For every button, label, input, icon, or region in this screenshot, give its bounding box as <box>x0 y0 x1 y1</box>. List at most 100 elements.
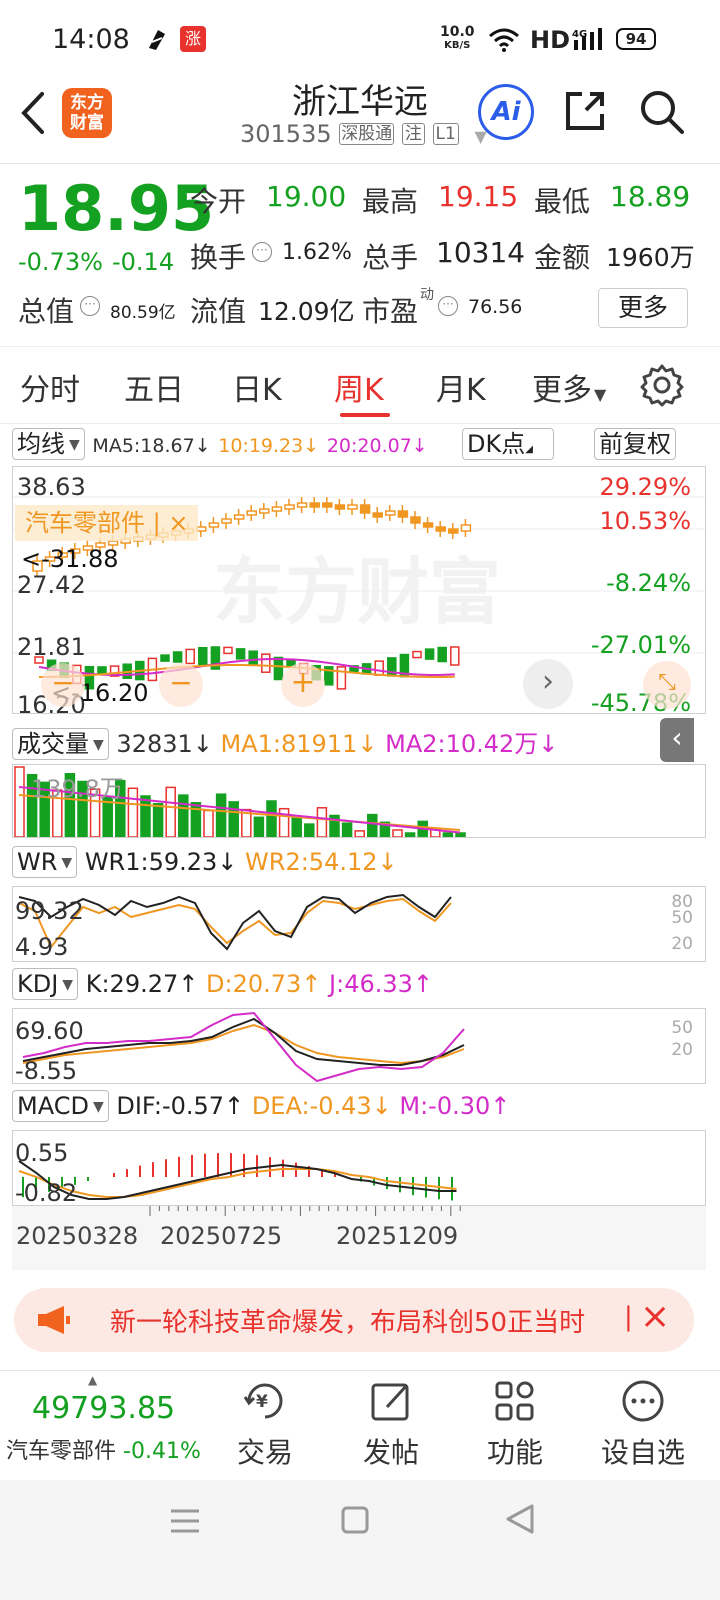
sector-index[interactable]: ▲ 49793.85 汽车零部件 -0.41% <box>0 1371 210 1475</box>
svg-text:¥: ¥ <box>256 1392 268 1412</box>
macd-selector[interactable]: MACD ▼ <box>12 1090 109 1122</box>
bottom-toolbar: ▲ 49793.85 汽车零部件 -0.41% ¥ 交易 发帖 功能 设自选 <box>0 1370 720 1474</box>
back-button[interactable] <box>16 90 50 140</box>
home-icon[interactable] <box>340 1504 370 1540</box>
kline-svg: 东方财富 38.63 27.42 21.81 16.20 29.29% 10.5… <box>13 473 705 713</box>
macd-chart[interactable]: 0.55 -0.82 <box>12 1130 706 1206</box>
share-icon[interactable] <box>562 88 608 138</box>
stock-code: 301535 <box>240 120 332 148</box>
wr-svg: 99.32 4.93 80 50 20 <box>15 892 693 961</box>
wr-axis-top: 99.32 <box>15 897 84 925</box>
volume-bar <box>152 802 164 837</box>
volume-selector[interactable]: 成交量 ▼ <box>12 728 109 760</box>
macd-dea-value: DEA:-0.43↓ <box>251 1092 392 1120</box>
volume-bar <box>442 832 454 837</box>
candle <box>284 504 295 510</box>
tab-more[interactable]: 更多 ▼ <box>532 365 606 409</box>
volume-bar <box>392 829 403 837</box>
candle <box>172 651 183 663</box>
candle <box>374 660 384 676</box>
hd-badge: HD <box>530 26 571 54</box>
tab-weekly-k[interactable]: 周K <box>334 365 384 409</box>
app-screen: { "status": {"time":"14:08","net_speed_t… <box>0 0 720 1600</box>
volume-indicator-row: 成交量 ▼ 32831↓ MA1:81911↓ MA2:10.42万↓ <box>12 724 706 760</box>
candle <box>309 502 320 508</box>
amount-value: 1960万 <box>606 243 695 272</box>
kdj-chart[interactable]: 69.60 -8.55 50 20 <box>12 1008 706 1084</box>
sector-tag[interactable]: 汽车零部件 | × <box>15 505 199 541</box>
more-button[interactable]: 更多 <box>598 288 688 328</box>
functions-button[interactable]: 功能 <box>460 1377 570 1471</box>
candle <box>385 510 396 516</box>
kdj-axis-top: 69.60 <box>15 1017 84 1045</box>
volume-chart[interactable]: 139.8万 <box>12 764 706 838</box>
collapse-panel-icon[interactable]: ‹ <box>660 718 694 762</box>
volume-bar <box>304 823 315 837</box>
date-axis: 20250328 20250725 20251209 <box>12 1206 706 1270</box>
add-watchlist-button[interactable]: 设自选 <box>588 1377 698 1471</box>
low-marker-label: <-31.88 <box>21 545 118 573</box>
date-label: 20250328 <box>16 1222 139 1250</box>
macd-indicator-row: MACD ▼ DIF:-0.57↑ DEA:-0.43↓ M:-0.30↑ <box>12 1090 706 1124</box>
macd-m-value: M:-0.30↑ <box>399 1092 511 1120</box>
date-label: 20250725 <box>160 1222 283 1250</box>
axis-pct-label: -8.24% <box>606 569 691 597</box>
wr-indicator-row: WR ▼ WR1:59.23↓ WR2:54.12↓ <box>12 846 706 880</box>
info-icon[interactable]: ··· <box>438 296 458 316</box>
zoom-in-icon[interactable]: + <box>281 663 325 707</box>
tab-intraday[interactable]: 分时 <box>20 365 80 409</box>
zoom-minus-icon[interactable]: − <box>159 663 203 707</box>
zoom-out-icon[interactable]: − <box>41 663 85 707</box>
ai-button[interactable]: Ai <box>478 84 534 140</box>
change-amount: -0.14 <box>112 248 175 276</box>
turnover-value: 1.62% <box>282 240 352 265</box>
tab-daily-k[interactable]: 日K <box>232 365 282 409</box>
tab-monthly-k[interactable]: 月K <box>436 365 486 409</box>
candle <box>296 502 308 508</box>
kdj-d-value: D:20.73↑ <box>206 970 322 998</box>
wr-chart[interactable]: 99.32 4.93 80 50 20 <box>12 886 706 962</box>
current-price: 18.95 <box>18 172 215 245</box>
adjust-button[interactable]: 前复权 <box>594 428 676 460</box>
volume-bar <box>140 795 151 837</box>
kdj-j-value: J:46.33↑ <box>329 970 434 998</box>
apps-icon <box>495 1381 534 1421</box>
menu-icon[interactable] <box>168 1506 202 1540</box>
kdj-k-value: K:29.27↑ <box>85 970 199 998</box>
float-cap-value: 12.09亿 <box>258 297 355 326</box>
promo-banner[interactable]: 新一轮科技革命爆发，布局科创50正当时 | × <box>14 1288 694 1352</box>
info-icon[interactable]: ··· <box>80 296 100 316</box>
candle <box>223 646 233 655</box>
open-value: 19.00 <box>266 180 347 213</box>
stock-code-line: 301535 深股通 注 L1 ▼ <box>240 120 487 148</box>
banner-close-icon[interactable]: × <box>640 1296 670 1337</box>
dk-point-button[interactable]: DK点◢ <box>462 428 554 460</box>
candle <box>273 656 284 681</box>
tab-five-day[interactable]: 五日 <box>124 365 184 409</box>
scroll-right-icon[interactable]: › <box>523 659 573 709</box>
back-nav-icon[interactable] <box>504 1502 536 1540</box>
trade-icon: ¥ <box>243 1383 283 1419</box>
fullscreen-icon[interactable]: ⤡ <box>643 661 691 709</box>
candle <box>450 646 460 666</box>
search-icon[interactable] <box>638 88 686 140</box>
volume-bar <box>404 832 416 837</box>
sector-tag-close-icon[interactable]: × <box>168 509 188 537</box>
ma-selector[interactable]: 均线 ▼ <box>12 428 85 460</box>
macd-axis-top: 0.55 <box>15 1139 68 1167</box>
macd-dea-line <box>18 1168 457 1198</box>
info-icon[interactable]: ··· <box>252 242 272 262</box>
candle <box>422 522 434 528</box>
candle <box>97 666 107 674</box>
app-notification-icon <box>146 28 168 59</box>
kdj-selector[interactable]: KDJ ▼ <box>12 968 79 1000</box>
high-value: 19.15 <box>438 180 519 213</box>
wr2-line <box>18 897 452 949</box>
wr-selector[interactable]: WR ▼ <box>12 846 78 878</box>
trade-button[interactable]: ¥ 交易 <box>210 1377 320 1471</box>
kline-chart[interactable]: 东方财富 38.63 27.42 21.81 16.20 29.29% 10.5… <box>12 466 706 714</box>
settings-gear-icon[interactable] <box>640 363 684 411</box>
post-button[interactable]: 发帖 <box>336 1377 446 1471</box>
market-cap-value: 80.59亿 <box>110 303 176 323</box>
index-name-line: 汽车零部件 -0.41% <box>6 1439 201 1464</box>
